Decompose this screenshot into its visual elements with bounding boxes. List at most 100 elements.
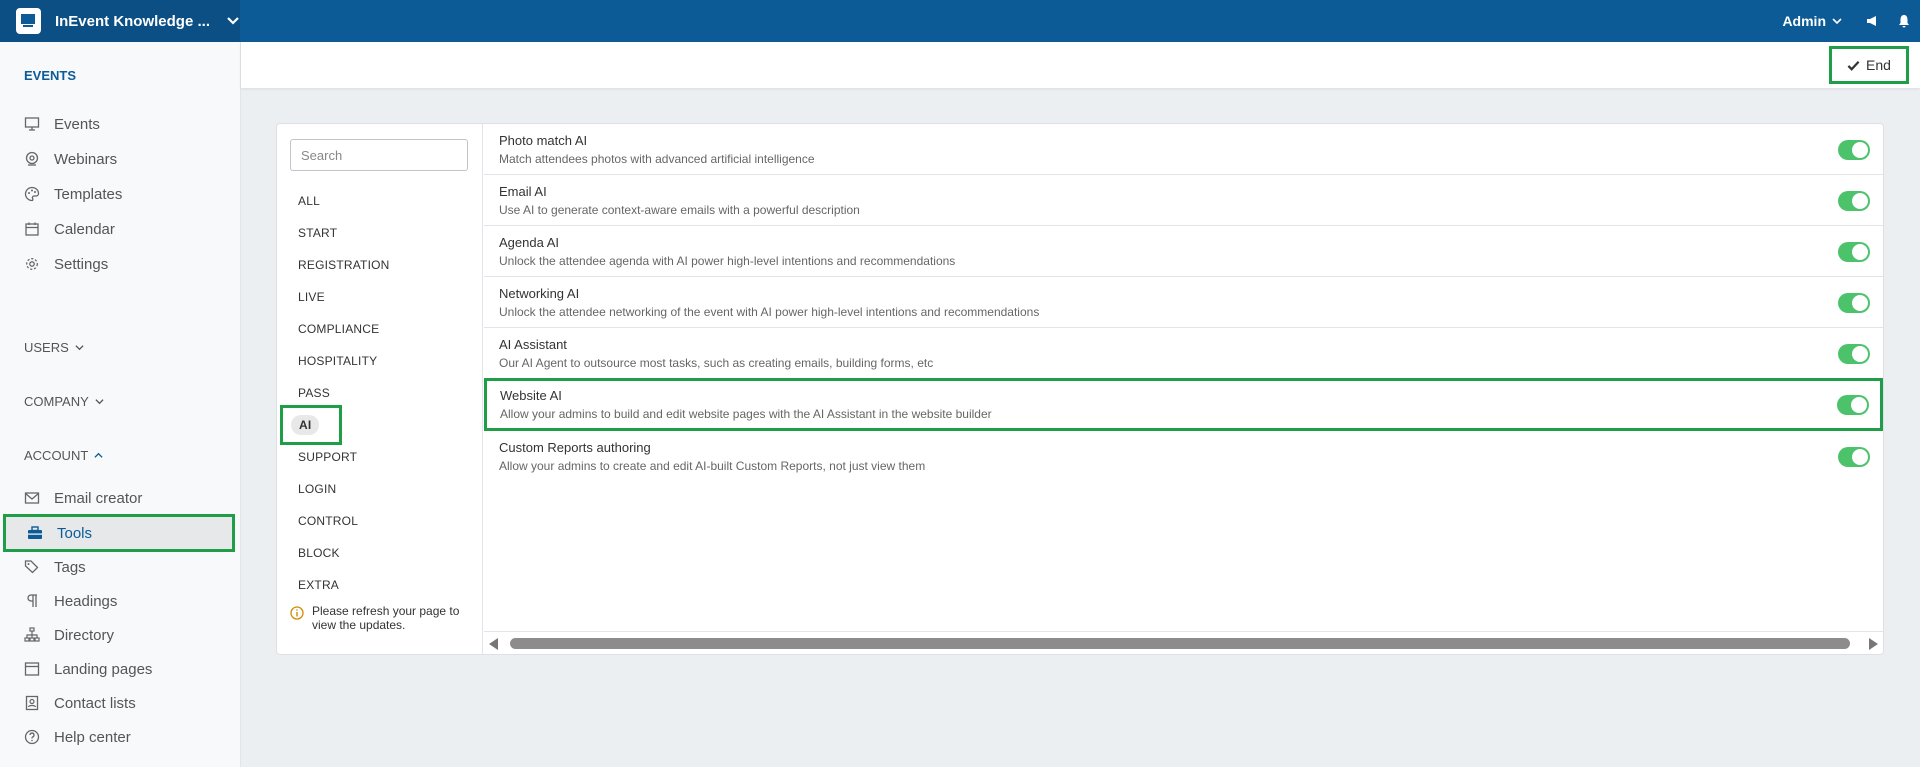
category-hospitality[interactable]: HOSPITALITY <box>298 351 377 371</box>
feature-description: Allow your admins to create and edit AI-… <box>499 459 926 473</box>
feature-list: Photo match AI Match attendees photos wi… <box>484 124 1883 482</box>
pilcrow-icon <box>27 594 37 607</box>
search-input[interactable] <box>290 139 468 171</box>
feature-title: Agenda AI <box>499 235 559 250</box>
end-button-label: End <box>1866 57 1891 73</box>
sidebar-item-label: Templates <box>54 185 123 203</box>
sidebar-item-label: Events <box>54 115 100 133</box>
category-all[interactable]: ALL <box>298 191 320 211</box>
category-live[interactable]: LIVE <box>298 287 325 307</box>
sidebar-item-templates[interactable]: Templates <box>24 180 234 208</box>
tags-icon <box>24 560 39 574</box>
sidebar: EVENTS Events Webinars Templates Calenda… <box>0 42 241 767</box>
feature-description: Match attendees photos with advanced art… <box>499 152 815 166</box>
sidebar-item-webinars[interactable]: Webinars <box>24 145 234 173</box>
sidebar-item-calendar[interactable]: Calendar <box>24 215 234 243</box>
tools-panel: ALL START REGISTRATION LIVE COMPLIANCE H… <box>276 123 1884 655</box>
feature-row-website-ai: Website AI Allow your admins to build an… <box>484 378 1883 431</box>
category-pass[interactable]: PASS <box>298 383 330 403</box>
category-support[interactable]: SUPPORT <box>298 447 357 467</box>
feature-title: Photo match AI <box>499 133 588 148</box>
feature-description: Allow your admins to build and edit webs… <box>500 407 992 421</box>
scroll-right-arrow-icon[interactable] <box>1869 638 1878 650</box>
sidebar-item-events[interactable]: Events <box>24 110 234 138</box>
section-header-label: ACCOUNT <box>24 448 89 463</box>
feature-toggle[interactable] <box>1838 242 1870 262</box>
sidebar-item-tools[interactable]: Tools <box>3 514 235 552</box>
sidebar-item-tags[interactable]: Tags <box>24 553 234 581</box>
bell-icon[interactable] <box>1888 0 1920 42</box>
sidebar-item-label: Tags <box>54 558 86 576</box>
question-circle-icon <box>24 729 40 745</box>
feature-row-email-ai: Email AI Use AI to generate context-awar… <box>484 175 1883 226</box>
toolbox-icon <box>28 526 42 539</box>
sidebar-item-label: Email creator <box>54 489 143 507</box>
section-header-label: COMPANY <box>24 394 89 409</box>
feature-description: Unlock the attendee agenda with AI power… <box>499 254 956 268</box>
sidebar-item-email-creator[interactable]: Email creator <box>24 484 234 512</box>
chevron-down-icon[interactable] <box>226 14 240 28</box>
chevron-up-icon <box>94 452 103 458</box>
feature-description: Our AI Agent to outsource most tasks, su… <box>499 356 934 370</box>
chevron-down-icon <box>1832 18 1842 25</box>
feature-toggle[interactable] <box>1838 191 1870 211</box>
user-menu[interactable]: Admin <box>1768 13 1856 29</box>
sidebar-item-settings[interactable]: Settings <box>24 250 234 278</box>
sitemap-icon <box>24 627 40 642</box>
sidebar-item-headings[interactable]: Headings <box>24 587 234 615</box>
palette-icon <box>24 186 40 202</box>
refresh-notice-text: Please refresh your page to view the upd… <box>312 604 460 632</box>
feature-description: Unlock the attendee networking of the ev… <box>499 305 1040 319</box>
feature-toggle[interactable] <box>1838 447 1870 467</box>
sidebar-item-contact-lists[interactable]: Contact lists <box>24 689 234 717</box>
sidebar-item-label: Settings <box>54 255 109 273</box>
workspace-switcher[interactable]: InEvent Knowledge ... <box>0 0 240 42</box>
section-header-events: EVENTS <box>24 68 77 83</box>
category-extra[interactable]: EXTRA <box>298 575 339 595</box>
feature-toggle[interactable] <box>1838 293 1870 313</box>
chevron-down-icon <box>75 345 84 351</box>
category-block[interactable]: BLOCK <box>298 543 340 563</box>
category-start[interactable]: START <box>298 223 337 243</box>
horizontal-scrollbar[interactable] <box>484 631 1883 655</box>
megaphone-icon[interactable] <box>1856 0 1888 42</box>
chevron-down-icon <box>95 399 104 405</box>
category-compliance[interactable]: COMPLIANCE <box>298 319 379 339</box>
category-registration[interactable]: REGISTRATION <box>298 255 390 275</box>
feature-toggle[interactable] <box>1837 395 1869 415</box>
scroll-left-arrow-icon[interactable] <box>489 638 498 650</box>
action-bar: End <box>241 42 1920 88</box>
sidebar-item-label: Landing pages <box>54 660 153 678</box>
sidebar-item-label: Directory <box>54 626 115 644</box>
top-bar: InEvent Knowledge ... Admin <box>0 0 1920 42</box>
user-menu-label: Admin <box>1782 13 1826 29</box>
category-ai[interactable]: AI <box>280 405 342 445</box>
category-column: ALL START REGISTRATION LIVE COMPLIANCE H… <box>277 124 483 654</box>
feature-toggle[interactable] <box>1838 140 1870 160</box>
end-button[interactable]: End <box>1829 46 1909 84</box>
sidebar-item-directory[interactable]: Directory <box>24 621 234 649</box>
feature-title: AI Assistant <box>499 337 567 352</box>
sidebar-item-label: Calendar <box>54 220 115 238</box>
envelope-icon <box>24 492 40 504</box>
gear-icon <box>26 258 38 270</box>
scrollbar-thumb[interactable] <box>510 638 1850 649</box>
sidebar-item-landing-pages[interactable]: Landing pages <box>24 655 234 683</box>
feature-row-agenda-ai: Agenda AI Unlock the attendee agenda wit… <box>484 226 1883 277</box>
sidebar-item-label: Headings <box>54 592 118 610</box>
sidebar-item-label: Help center <box>54 728 131 746</box>
category-ai-label: AI <box>291 415 320 435</box>
section-header-account[interactable]: ACCOUNT <box>24 448 103 463</box>
category-login[interactable]: LOGIN <box>298 479 336 499</box>
section-header-company[interactable]: COMPANY <box>24 394 104 409</box>
section-header-users[interactable]: USERS <box>24 340 84 355</box>
feature-title: Networking AI <box>499 286 580 301</box>
feature-title: Email AI <box>499 184 547 199</box>
presentation-icon <box>24 117 40 131</box>
feature-row-networking-ai: Networking AI Unlock the attendee networ… <box>484 277 1883 328</box>
window-icon <box>24 662 40 676</box>
feature-title: Custom Reports authoring <box>499 440 651 455</box>
feature-toggle[interactable] <box>1838 344 1870 364</box>
sidebar-item-help-center[interactable]: Help center <box>24 723 234 751</box>
category-control[interactable]: CONTROL <box>298 511 358 531</box>
